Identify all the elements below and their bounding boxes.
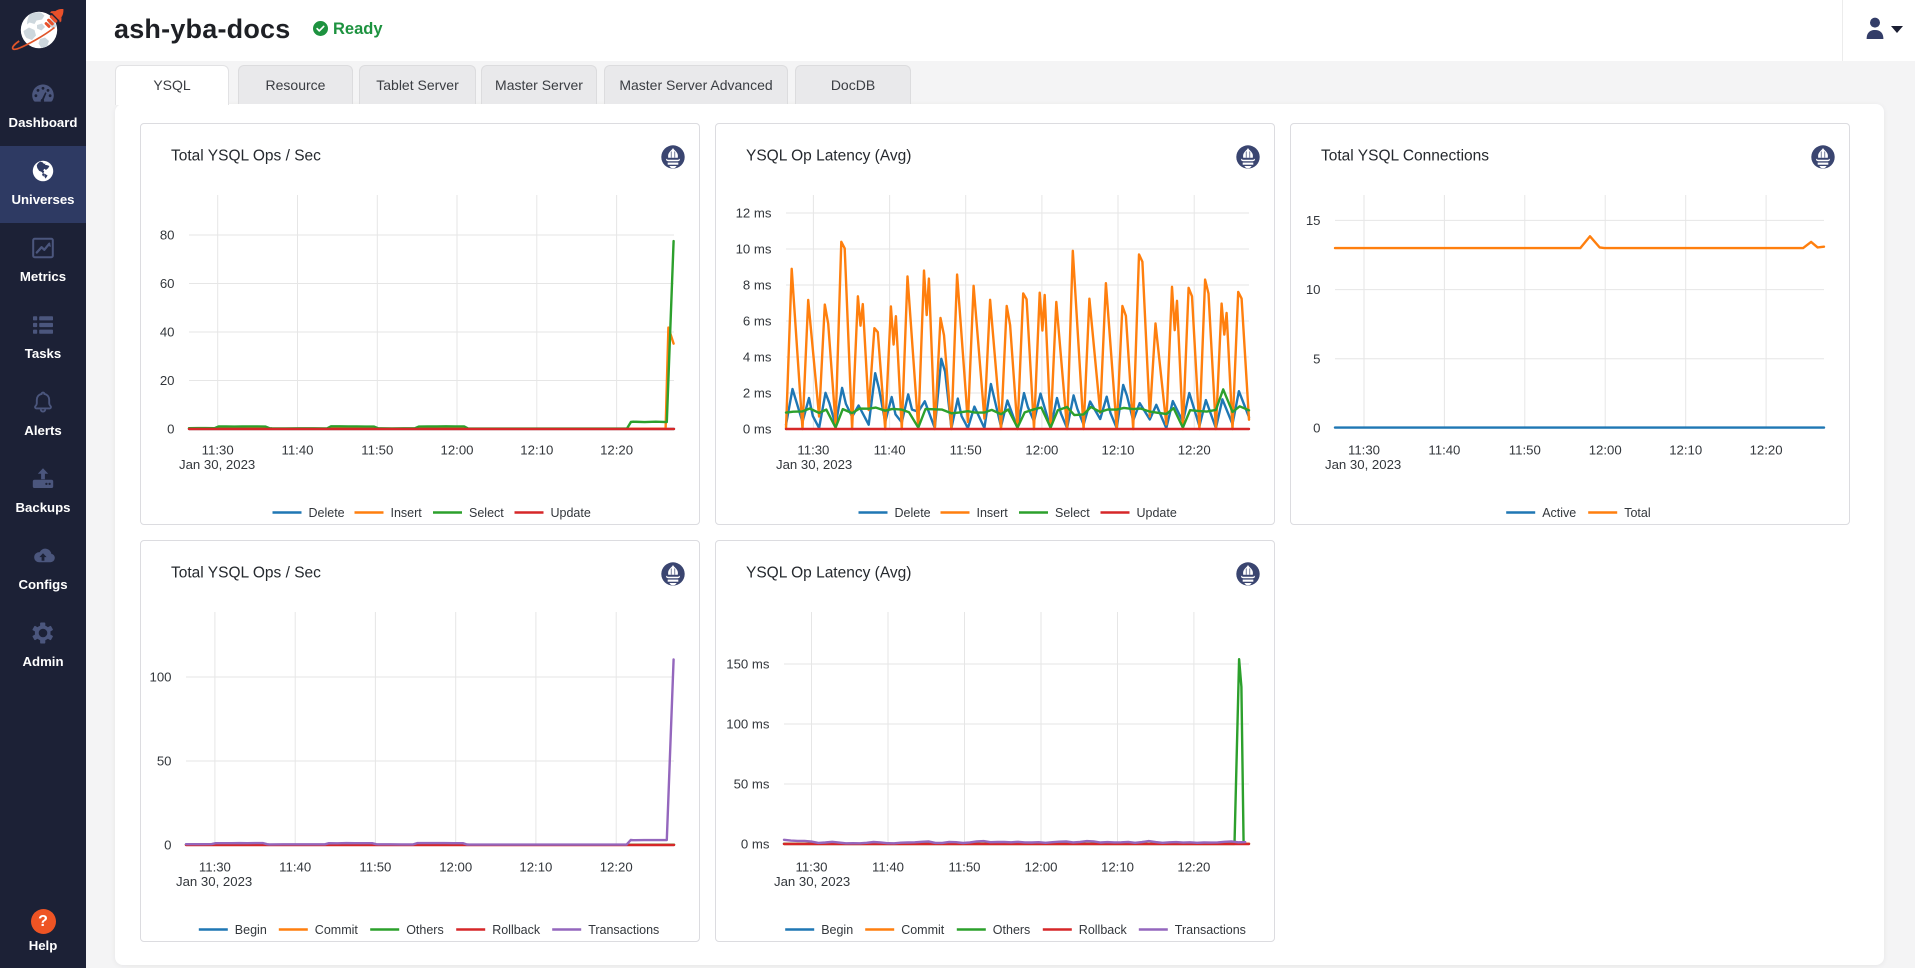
svg-text:Begin: Begin [235,923,267,937]
svg-text:Update: Update [1137,506,1177,520]
svg-text:12:00: 12:00 [1024,860,1057,875]
svg-text:150 ms: 150 ms [726,657,770,672]
svg-text:0: 0 [1313,421,1320,436]
svg-text:Others: Others [993,923,1031,937]
svg-text:Transactions: Transactions [1175,923,1246,937]
svg-text:Others: Others [406,923,444,937]
svg-text:12:10: 12:10 [520,443,553,458]
svg-text:Jan 30, 2023: Jan 30, 2023 [776,457,852,472]
svg-text:10: 10 [1306,282,1321,297]
svg-text:Total: Total [1624,506,1650,520]
svg-text:11:50: 11:50 [950,443,982,458]
svg-text:Jan 30, 2023: Jan 30, 2023 [1325,457,1401,472]
svg-text:Commit: Commit [315,923,359,937]
svg-text:12:00: 12:00 [1589,443,1622,458]
svg-text:Rollback: Rollback [1079,923,1128,937]
svg-text:Insert: Insert [391,506,423,520]
svg-text:Jan 30, 2023: Jan 30, 2023 [179,457,255,472]
svg-text:Update: Update [551,506,591,520]
svg-text:Total YSQL Connections: Total YSQL Connections [1321,148,1489,165]
svg-text:Total YSQL Ops / Sec: Total YSQL Ops / Sec [171,148,321,165]
svg-text:11:40: 11:40 [872,860,904,875]
svg-text:12 ms: 12 ms [736,206,772,221]
svg-text:11:50: 11:50 [359,860,391,875]
svg-text:Delete: Delete [895,506,931,520]
svg-text:Select: Select [469,506,504,520]
svg-text:40: 40 [160,325,175,340]
svg-text:11:50: 11:50 [361,443,393,458]
svg-text:12:10: 12:10 [519,860,552,875]
svg-text:12:20: 12:20 [1750,443,1783,458]
svg-text:6 ms: 6 ms [743,314,772,329]
svg-text:Total YSQL Ops / Sec: Total YSQL Ops / Sec [171,565,321,582]
svg-text:12:20: 12:20 [600,860,633,875]
svg-text:0: 0 [167,422,174,437]
svg-text:Insert: Insert [977,506,1009,520]
svg-text:50: 50 [157,754,172,769]
svg-text:12:10: 12:10 [1101,860,1134,875]
svg-text:11:50: 11:50 [1509,443,1541,458]
svg-text:Jan 30, 2023: Jan 30, 2023 [176,874,252,889]
svg-text:0: 0 [164,838,171,853]
svg-text:11:30: 11:30 [797,443,829,458]
svg-text:8 ms: 8 ms [743,278,772,293]
svg-text:2 ms: 2 ms [743,386,772,401]
svg-text:11:30: 11:30 [1348,443,1380,458]
svg-text:YSQL Op Latency (Avg): YSQL Op Latency (Avg) [746,565,911,582]
svg-text:5: 5 [1313,351,1320,366]
svg-text:12:00: 12:00 [1025,443,1058,458]
svg-text:11:30: 11:30 [199,860,231,875]
svg-text:11:40: 11:40 [1428,443,1460,458]
svg-text:12:10: 12:10 [1669,443,1702,458]
svg-text:Select: Select [1055,506,1090,520]
svg-text:100 ms: 100 ms [726,717,770,732]
svg-text:11:50: 11:50 [948,860,980,875]
svg-text:80: 80 [160,228,175,243]
svg-text:12:00: 12:00 [440,443,473,458]
svg-text:11:40: 11:40 [279,860,311,875]
svg-text:15: 15 [1306,213,1321,228]
svg-text:20: 20 [160,373,175,388]
svg-text:12:00: 12:00 [439,860,472,875]
svg-text:11:30: 11:30 [795,860,827,875]
svg-text:Active: Active [1542,506,1576,520]
svg-text:0 ms: 0 ms [741,837,770,852]
svg-text:12:20: 12:20 [1177,860,1210,875]
svg-text:60: 60 [160,276,175,291]
svg-text:12:20: 12:20 [600,443,633,458]
svg-text:4 ms: 4 ms [743,350,772,365]
svg-text:0 ms: 0 ms [743,422,772,437]
svg-text:Rollback: Rollback [492,923,541,937]
svg-text:Begin: Begin [821,923,853,937]
svg-text:50 ms: 50 ms [734,777,770,792]
svg-text:100: 100 [149,670,171,685]
svg-text:10 ms: 10 ms [736,242,772,257]
svg-text:Transactions: Transactions [588,923,659,937]
svg-text:12:20: 12:20 [1178,443,1211,458]
svg-text:Delete: Delete [309,506,345,520]
svg-text:11:40: 11:40 [874,443,906,458]
svg-text:Jan 30, 2023: Jan 30, 2023 [774,874,850,889]
svg-text:11:40: 11:40 [281,443,313,458]
svg-text:11:30: 11:30 [202,443,234,458]
svg-text:12:10: 12:10 [1101,443,1134,458]
svg-text:Commit: Commit [901,923,945,937]
svg-text:YSQL Op Latency (Avg): YSQL Op Latency (Avg) [746,148,911,165]
